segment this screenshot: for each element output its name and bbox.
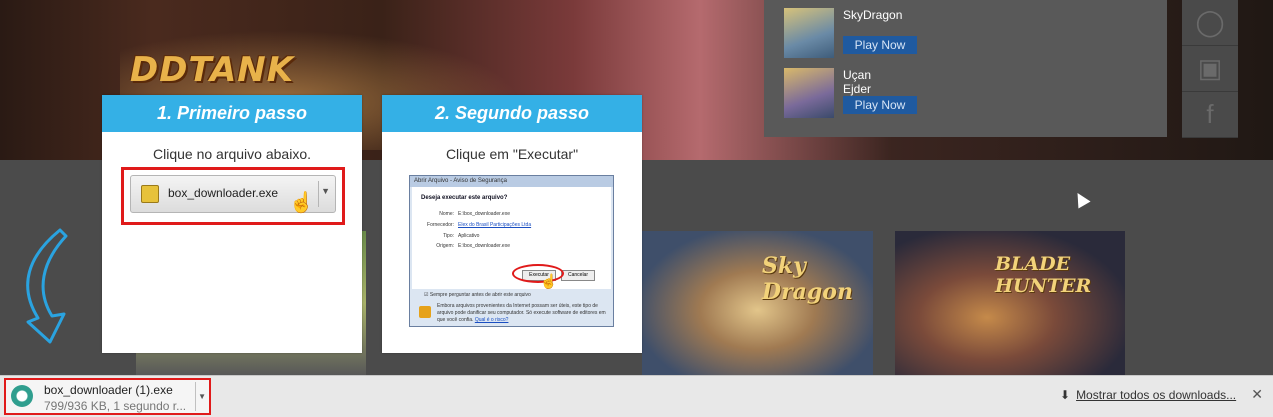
risk-link[interactable]: Qual é o risco?: [475, 317, 509, 323]
shield-warning-icon: [419, 306, 431, 318]
game-card[interactable]: BLADE HUNTER: [895, 231, 1125, 375]
download-bar: box_downloader (1).exe 799/936 KB, 1 seg…: [0, 375, 1273, 417]
step2-title: 2. Segundo passo: [382, 95, 642, 132]
game-card-title: Sky Dragon: [762, 253, 853, 305]
warning-message: Embora arquivos provenientes da Internet…: [437, 303, 606, 323]
always-ask-checkbox[interactable]: ☑ Sempre perguntar antes de abrir este a…: [424, 292, 531, 298]
publisher-link[interactable]: Elex do Brasil Participações Ltda: [458, 222, 531, 228]
step2-instruction: Clique em "Executar": [445, 146, 579, 162]
field-key: Origem:: [436, 243, 454, 249]
step1-instruction: Clique no arquivo abaixo.: [153, 146, 311, 162]
dialog-field: Fornecedor: Elex do Brasil Participações …: [416, 222, 531, 228]
file-icon: [141, 185, 159, 203]
field-key: Tipo:: [443, 233, 454, 239]
play-now-button[interactable]: Play Now: [843, 96, 917, 114]
hand-cursor-icon: ☝: [289, 192, 314, 214]
field-key: Fornecedor:: [427, 222, 454, 228]
file-download-button[interactable]: box_downloader.exe ▼ ☝: [130, 175, 336, 214]
dialog-question: Deseja executar este arquivo?: [421, 195, 508, 201]
game-card[interactable]: Sky Dragon: [642, 231, 873, 375]
field-value: E:\box_downloader.exe: [458, 243, 510, 249]
file-highlight: box_downloader.exe ▼ ☝: [121, 167, 345, 225]
download-progress-icon: [11, 385, 33, 407]
down-arrow-icon: [26, 228, 68, 344]
field-key: Nome:: [439, 211, 454, 217]
close-icon[interactable]: ✕: [1251, 386, 1263, 403]
divider: [318, 181, 319, 207]
hand-cursor-icon: ☝: [540, 273, 558, 289]
dialog-field: Origem: E:\box_downloader.exe: [416, 243, 510, 249]
step1-panel: 1. Primeiro passo Clique no arquivo abai…: [102, 95, 362, 353]
field-value: Aplicativo: [458, 233, 480, 239]
chevron-down-icon[interactable]: ▼: [321, 186, 330, 196]
file-name: box_downloader.exe: [168, 186, 279, 200]
gamepad-icon[interactable]: ▣: [1182, 46, 1238, 92]
step2-panel: 2. Segundo passo Clique em "Executar" Ab…: [382, 95, 642, 353]
game-card-title: BLADE HUNTER: [995, 253, 1092, 297]
facebook-icon[interactable]: f: [1182, 92, 1238, 138]
divider: [195, 382, 196, 411]
download-arrow-icon: ⬇: [1060, 388, 1071, 402]
side-game-name[interactable]: Uçan Ejder: [843, 68, 871, 96]
step1-title: 1. Primeiro passo: [102, 95, 362, 132]
show-all-label: Mostrar todos os downloads...: [1076, 388, 1237, 402]
show-all-downloads-link[interactable]: ⬇ Mostrar todos os downloads...: [1060, 388, 1236, 402]
warning-text: Embora arquivos provenientes da Internet…: [437, 303, 607, 324]
dialog-field: Nome: E:\box_downloader.exe: [416, 211, 510, 217]
download-filename: box_downloader (1).exe: [44, 383, 173, 397]
download-status: 799/936 KB, 1 segundo r...: [44, 399, 187, 413]
side-game-name[interactable]: SkyDragon: [843, 8, 902, 22]
play-now-button[interactable]: Play Now: [843, 36, 917, 54]
game-logo: DDTANK: [130, 50, 295, 90]
dialog-field: Tipo: Aplicativo: [416, 233, 479, 239]
dialog-title: Abrir Arquivo - Aviso de Segurança: [410, 176, 613, 187]
checkbox-label: Sempre perguntar antes de abrir este arq…: [429, 292, 531, 298]
security-dialog-screenshot: Abrir Arquivo - Aviso de Segurança Desej…: [409, 175, 614, 327]
chevron-down-icon[interactable]: ▼: [198, 392, 206, 401]
field-value: E:\box_downloader.exe: [458, 211, 510, 217]
download-item[interactable]: box_downloader (1).exe 799/936 KB, 1 seg…: [4, 378, 211, 415]
game-thumbnail[interactable]: [784, 68, 834, 118]
medal-icon[interactable]: ◯: [1182, 0, 1238, 46]
cancel-button[interactable]: Cancelar: [561, 270, 595, 281]
dialog-body: Deseja executar este arquivo? Nome: E:\bo…: [412, 187, 611, 289]
game-thumbnail[interactable]: [784, 8, 834, 58]
